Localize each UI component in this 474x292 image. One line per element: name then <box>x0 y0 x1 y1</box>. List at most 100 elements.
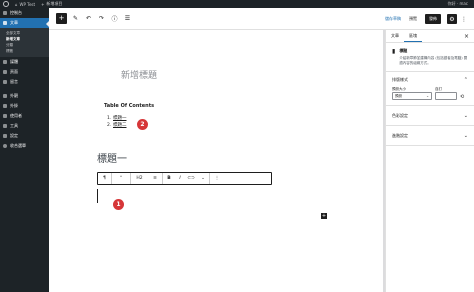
block-inserter-button[interactable]: + <box>56 13 67 24</box>
menu-item-dashboard[interactable]: 控制台 <box>0 8 49 18</box>
menu-label: 收合選單 <box>10 143 26 148</box>
chevron-up-icon: ⌃ <box>463 77 468 83</box>
menu-item-users[interactable]: 使用者 <box>0 111 49 121</box>
menu-item-media[interactable]: 媒體 <box>0 57 49 67</box>
menu-label: 留言 <box>10 79 18 84</box>
annotation-badge-1: 1 <box>113 199 124 210</box>
preset-size-select[interactable]: 預設 ⌄ <box>392 92 432 100</box>
menu-item-collapse[interactable]: 收合選單 <box>0 141 49 151</box>
posts-submenu: 全部文章 新增文章 分類 標籤 <box>0 28 49 57</box>
custom-size-input[interactable] <box>435 92 457 100</box>
heading-block-type-icon[interactable]: ¶ <box>98 173 111 184</box>
menu-label: 外觀 <box>10 93 18 98</box>
preset-size-value: 預設 <box>395 93 402 98</box>
menu-item-tools[interactable]: 工具 <box>0 121 49 131</box>
annotation-badge-2: 2 <box>137 119 148 130</box>
color-settings-panel[interactable]: 色彩設定 ⌄ <box>386 106 474 126</box>
panel-title: 進階設定 <box>392 132 408 138</box>
menu-label: 使用者 <box>10 113 22 118</box>
close-icon[interactable]: × <box>464 33 469 40</box>
editor-canvas: 新增標題 Table Of Contents 1. 標題一 2. 標題二 2 標題一… <box>49 30 385 292</box>
font-size-controls: 預設大小 預設 ⌄ 自訂 ⟲ <box>392 87 468 100</box>
move-up-down-icon[interactable]: ⌃ <box>112 173 130 184</box>
menu-item-pages[interactable]: 頁面 <box>0 67 49 77</box>
settings-gear-icon[interactable]: ⚙ <box>447 14 457 24</box>
new-content-label: 新增項目 <box>46 1 63 6</box>
menu-item-settings[interactable]: 設定 <box>0 131 49 141</box>
heading-block[interactable]: 標題一 <box>97 150 127 165</box>
admin-menu: 控制台 文章 全部文章 新增文章 分類 標籤 媒體 頁面 留言 外觀 外掛 使用… <box>0 8 49 292</box>
pages-icon <box>3 70 7 74</box>
empty-paragraph-cursor[interactable] <box>97 189 98 203</box>
heading-level-button[interactable]: H2 <box>131 173 148 184</box>
advanced-panel[interactable]: 進階設定 ⌄ <box>386 126 474 146</box>
new-content-link[interactable]: + 新增項目 <box>41 1 62 7</box>
menu-label: 控制台 <box>10 10 22 15</box>
tab-post[interactable]: 文章 <box>386 30 404 42</box>
toc-link[interactable]: 標題二 <box>113 123 127 130</box>
tools-pencil-icon[interactable]: ✎ <box>71 14 80 23</box>
plus-icon: + <box>58 14 65 22</box>
wordpress-logo-icon[interactable] <box>3 1 9 7</box>
menu-label: 媒體 <box>10 59 18 64</box>
media-icon <box>3 60 7 64</box>
undo-icon[interactable]: ↶ <box>84 14 93 23</box>
menu-item-posts[interactable]: 文章 <box>0 18 49 28</box>
more-options-icon[interactable]: ⋮ <box>460 14 468 24</box>
posts-icon <box>3 21 7 25</box>
more-rich-text-chevron-down-icon[interactable]: ⌄ <box>197 173 209 184</box>
save-draft-button[interactable]: 儲存草稿 <box>385 16 401 22</box>
menu-label: 文章 <box>10 20 18 25</box>
preview-button[interactable]: 預覽 <box>409 16 417 22</box>
info-icon[interactable]: ⓘ <box>110 14 119 23</box>
bold-icon[interactable]: B <box>163 173 175 184</box>
align-icon[interactable]: ≡ <box>148 173 162 184</box>
collapse-icon <box>3 144 7 148</box>
site-name-link[interactable]: ⌂ WP Test <box>15 2 35 7</box>
toolbar-actions: 儲存草稿 預覽 發佈 ⚙ ⋮ <box>385 8 474 30</box>
tools-icon <box>3 124 7 128</box>
menu-item-plugins[interactable]: 外掛 <box>0 101 49 111</box>
custom-size-control: 自訂 <box>432 87 457 100</box>
redo-icon[interactable]: ↷ <box>97 14 106 23</box>
appearance-icon <box>3 94 7 98</box>
dashboard-icon <box>3 11 7 15</box>
chevron-down-icon: ⌄ <box>463 112 468 119</box>
list-view-icon[interactable]: ☰ <box>123 14 132 23</box>
block-options-icon[interactable]: ⋮ <box>210 173 224 184</box>
chevron-down-icon: ⌄ <box>426 94 429 98</box>
submenu-tags[interactable]: 標籤 <box>0 48 49 54</box>
menu-label: 外掛 <box>10 103 18 108</box>
plus-icon: + <box>41 1 45 7</box>
settings-sidebar: 文章 區塊 × ▮ 標題 介紹新章節並建構內容 (包括讀者及電腦) 閱讀內容的組… <box>385 30 474 292</box>
typography-panel-header[interactable]: 排版樣式 ⌃ <box>392 76 468 84</box>
inline-inserter-plus-icon[interactable]: + <box>321 213 327 219</box>
block-name: 標題 <box>399 48 408 53</box>
chevron-down-icon: ⌄ <box>463 132 468 139</box>
panel-title: 排版樣式 <box>392 77 408 82</box>
plugins-icon <box>3 104 7 108</box>
menu-item-comments[interactable]: 留言 <box>0 77 49 87</box>
reset-icon[interactable]: ⟲ <box>460 87 464 100</box>
publish-button[interactable]: 發佈 <box>425 14 441 24</box>
comments-icon <box>3 80 7 84</box>
menu-label: 設定 <box>10 133 18 138</box>
typography-panel: 排版樣式 ⌃ 預設大小 預設 ⌄ 自訂 ⟲ <box>386 72 474 106</box>
italic-icon[interactable]: I <box>175 173 185 184</box>
account-menu[interactable]: 你好 · mac <box>448 1 468 7</box>
menu-label: 工具 <box>10 123 18 128</box>
toc-title: Table Of Contents <box>104 103 155 109</box>
post-title-placeholder[interactable]: 新增標題 <box>121 68 157 81</box>
home-icon: ⌂ <box>15 1 18 7</box>
bookmark-icon: ▮ <box>392 48 396 55</box>
block-toolbar: ¶ ⌃ H2 ≡ B I ⊂⊃ ⌄ ⋮ <box>97 172 272 185</box>
block-description: 介紹新章節並建構內容 (包括讀者及電腦) 閱讀內容的組織方式。 <box>399 56 468 65</box>
menu-label: 頁面 <box>10 69 18 74</box>
menu-item-appearance[interactable]: 外觀 <box>0 91 49 101</box>
block-card: ▮ 標題 介紹新章節並建構內容 (包括讀者及電腦) 閱讀內容的組織方式。 <box>386 43 474 72</box>
panel-title: 色彩設定 <box>392 112 408 118</box>
site-name: WP Test <box>19 1 36 7</box>
link-icon[interactable]: ⊂⊃ <box>185 173 197 184</box>
editor-toolbar: + ✎ ↶ ↷ ⓘ ☰ 儲存草稿 預覽 發佈 ⚙ ⋮ <box>49 8 474 30</box>
tab-block[interactable]: 區塊 <box>404 30 422 42</box>
